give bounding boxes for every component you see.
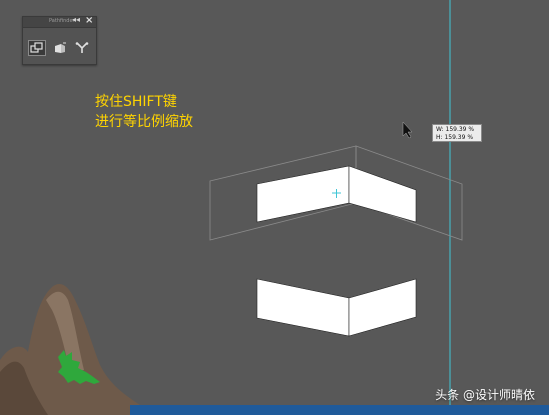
bottom-color-bar bbox=[130, 405, 549, 415]
mountain-illustration bbox=[0, 283, 140, 415]
instruction-annotation: 按住SHIFT键 进行等比例缩放 bbox=[95, 92, 193, 132]
original-shape-left-panel[interactable] bbox=[256, 278, 350, 337]
panel-titlebar[interactable]: Pathfinder ◂◂ × bbox=[23, 15, 96, 28]
scaled-shape-left-panel[interactable] bbox=[256, 165, 350, 223]
tool-panel[interactable]: Pathfinder ◂◂ × bbox=[22, 15, 97, 65]
perspective-button[interactable] bbox=[51, 40, 69, 56]
merge-button[interactable] bbox=[73, 40, 91, 56]
transform-tooltip: W: 159.39 % H: 159.39 % bbox=[432, 124, 482, 142]
object-group-icon bbox=[30, 42, 43, 53]
object-group-button[interactable] bbox=[28, 40, 46, 56]
collapse-panel-button[interactable]: ◂◂ bbox=[72, 15, 80, 24]
merge-icon bbox=[75, 42, 89, 53]
original-shape[interactable] bbox=[256, 278, 417, 337]
watermark: 头条 @设计师晴依 bbox=[435, 388, 535, 402]
close-panel-button[interactable]: × bbox=[85, 15, 93, 26]
instruction-line-2: 进行等比例缩放 bbox=[95, 114, 193, 130]
panel-title: Pathfinder bbox=[49, 18, 75, 24]
original-shape-right-panel[interactable] bbox=[348, 278, 417, 337]
tooltip-height: H: 159.39 % bbox=[436, 134, 474, 141]
perspective-icon bbox=[55, 42, 66, 53]
mouse-cursor-icon bbox=[402, 121, 413, 139]
instruction-line-1: 按住SHIFT键 bbox=[95, 94, 177, 110]
scaled-shape-right-panel[interactable] bbox=[348, 165, 417, 223]
tooltip-width: W: 159.39 % bbox=[436, 126, 475, 133]
